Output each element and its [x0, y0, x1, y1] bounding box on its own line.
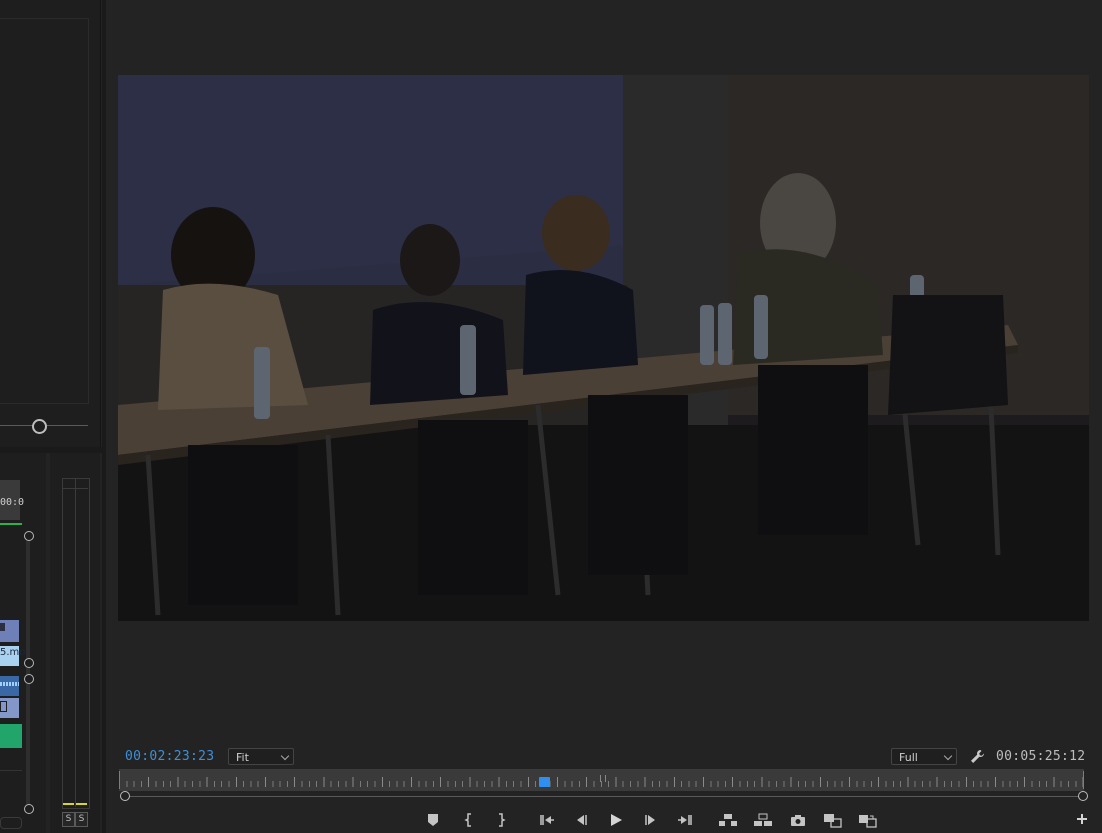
timeline-horizontal-scrollbar[interactable]	[0, 817, 22, 829]
solo-right-button[interactable]: S	[75, 812, 88, 827]
mark-out-button[interactable]	[491, 812, 511, 830]
comparison-view-button[interactable]	[823, 812, 843, 830]
zoom-scroll-left-handle[interactable]	[120, 791, 130, 801]
button-editor-button[interactable]	[1072, 812, 1092, 830]
playback-resolution-select[interactable]: Full	[891, 748, 957, 765]
meter-peak-right	[76, 803, 87, 805]
comparison-view-icon	[824, 814, 842, 828]
step-forward-icon	[645, 815, 655, 825]
export-frame-button[interactable]	[788, 812, 808, 830]
marker-icon	[428, 814, 438, 826]
audio-clip-a1[interactable]	[0, 676, 19, 696]
timeline-scroll-handle-mid[interactable]	[24, 658, 34, 668]
step-forward-button[interactable]	[641, 812, 661, 830]
timeline-vertical-scrollbar[interactable]	[22, 535, 34, 809]
step-back-button[interactable]	[571, 812, 591, 830]
mark-out-icon	[499, 813, 506, 827]
duration-timecode: 00:05:25:12	[996, 749, 1086, 764]
go-to-in-button[interactable]	[537, 812, 557, 830]
timeline-ruler-timecode: 00:0	[0, 497, 25, 508]
current-timecode[interactable]: 00:02:23:23	[125, 749, 214, 764]
camera-icon	[791, 815, 805, 826]
waveform	[0, 682, 19, 686]
mark-in-button[interactable]	[459, 812, 479, 830]
clip-name: 5.mo	[0, 647, 26, 658]
plus-icon	[1077, 814, 1087, 824]
playback-resolution-value: Full	[899, 751, 918, 764]
timeline-scroll-handle-bottom[interactable]	[24, 804, 34, 814]
lift-icon	[719, 814, 737, 826]
work-area-grip[interactable]	[600, 775, 606, 782]
go-to-out-button[interactable]	[675, 812, 695, 830]
mark-in-icon	[464, 813, 471, 827]
out-point-indicator	[1083, 771, 1084, 789]
go-to-out-icon	[678, 815, 692, 825]
video-frame-image	[118, 75, 1089, 621]
video-clip-v1[interactable]: 5.mo	[0, 646, 25, 666]
proxy-toggle-icon	[859, 815, 877, 828]
playhead[interactable]	[538, 777, 550, 787]
chevron-down-icon	[943, 751, 953, 761]
lift-button[interactable]	[718, 812, 738, 830]
audio-meter-channel-divider	[75, 478, 76, 807]
play-button[interactable]	[606, 812, 626, 830]
toggle-proxies-button[interactable]	[858, 812, 878, 830]
timeline-work-area-bar	[0, 523, 22, 525]
in-point-indicator	[119, 771, 120, 789]
video-clip-v1b[interactable]	[0, 698, 19, 718]
add-marker-button[interactable]	[423, 812, 443, 830]
source-zoom-handle[interactable]	[32, 419, 47, 434]
zoom-level-value: Fit	[236, 751, 249, 764]
go-to-in-icon	[540, 815, 554, 825]
video-clip-v2[interactable]	[0, 620, 19, 642]
timeline-scroll-handle-mid2[interactable]	[24, 674, 34, 684]
timeline-track-divider	[0, 770, 22, 771]
extract-button[interactable]	[753, 812, 773, 830]
play-icon	[611, 814, 622, 826]
settings-wrench-icon[interactable]	[968, 748, 986, 766]
meter-peak-left	[63, 803, 74, 805]
chevron-down-icon	[280, 751, 290, 761]
step-back-icon	[577, 815, 587, 825]
zoom-scroll-right-handle[interactable]	[1078, 791, 1088, 801]
audio-meter	[62, 478, 90, 809]
fx-badge-icon	[0, 701, 7, 712]
extract-icon	[754, 813, 772, 826]
source-panel-frame	[0, 18, 89, 404]
program-video-frame[interactable]	[118, 75, 1089, 621]
monitor-zoom-scrollbar[interactable]	[125, 796, 1083, 797]
zoom-level-select[interactable]: Fit	[228, 748, 294, 765]
solo-left-button[interactable]: S	[62, 812, 75, 827]
audio-clip-a2[interactable]	[0, 724, 22, 748]
fx-badge-icon	[0, 623, 5, 631]
timeline-scroll-handle-top[interactable]	[24, 531, 34, 541]
